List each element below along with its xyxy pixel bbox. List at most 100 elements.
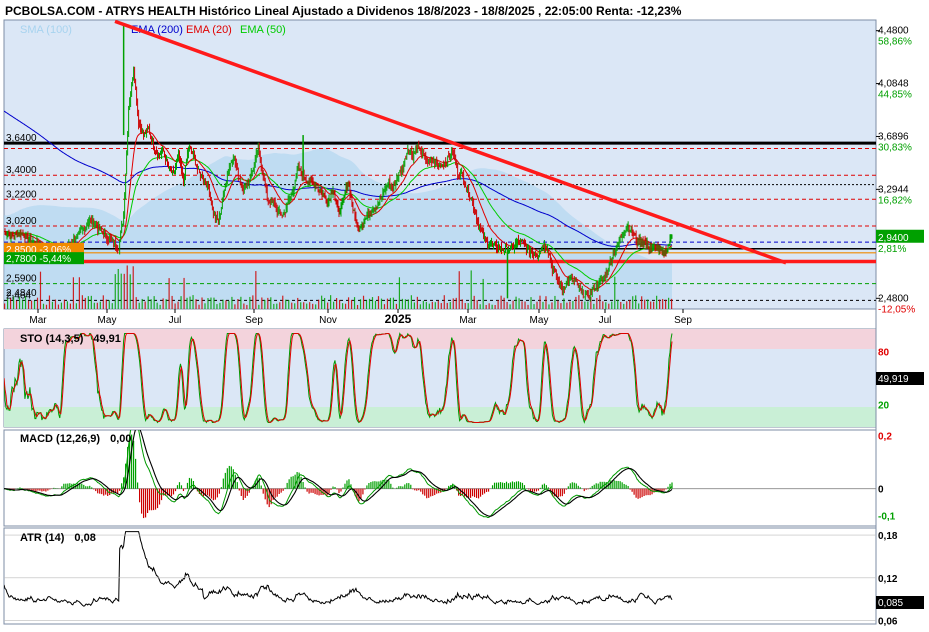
volume-bar (171, 295, 173, 309)
volume-bar (165, 299, 167, 309)
volume-bar (303, 302, 305, 309)
volume-bar (383, 304, 386, 309)
volume-bar (614, 276, 616, 309)
legend-ema20: EMA (20) (186, 24, 232, 36)
left-badge-label: 2,7800 -5,44% (6, 254, 71, 265)
volume-bar (485, 304, 487, 309)
volume-bar (30, 300, 33, 309)
volume-bar (4, 303, 6, 309)
atr-tick-label: 0,18 (878, 531, 898, 542)
volume-bar (228, 300, 230, 309)
volume-bar (135, 297, 137, 309)
volume-bar (96, 302, 98, 309)
volume-bar (488, 303, 490, 309)
volume-bar (368, 298, 371, 309)
right-tick-pct: 16,82% (878, 195, 912, 206)
volume-bar (99, 301, 101, 309)
price-badge-pct: 2,81% (878, 244, 906, 255)
volume-bar (198, 304, 200, 309)
volume-bar (147, 296, 149, 309)
right-tick-label: 3,6896 (878, 131, 909, 142)
volume-bar (75, 303, 77, 309)
volume-bar (557, 300, 559, 309)
volume-bar (285, 299, 287, 309)
volume-bar (177, 301, 179, 309)
sto-title: STO (14,3,5) 49,91 (20, 333, 121, 345)
volume-bar (168, 278, 170, 309)
volume-bar (467, 303, 469, 309)
volume-bar (647, 299, 649, 309)
volume-bar (306, 303, 308, 309)
volume-bar (270, 297, 272, 309)
x-tick-label: Jul (599, 315, 612, 326)
volume-bar (315, 304, 317, 309)
volume-bar (563, 298, 565, 309)
x-tick-label: Nov (319, 315, 337, 326)
legend-ema50: EMA (50) (240, 24, 286, 36)
volume-bar (392, 297, 395, 309)
volume-bar (365, 300, 368, 309)
volume-bar (219, 302, 221, 309)
volume-bar (276, 303, 278, 309)
volume-bar (246, 304, 248, 309)
volume-bar (374, 300, 377, 309)
volume-bar (629, 300, 631, 309)
volume-bar (398, 277, 401, 309)
volume-bar (503, 297, 505, 309)
volume-bar (249, 296, 251, 309)
volume-bar (542, 301, 544, 309)
volume-bar (120, 273, 122, 309)
atr-tick-label: 0,06 (878, 616, 898, 627)
volume-bar (183, 277, 185, 309)
price-badge-label: 2,9400 (878, 233, 909, 244)
volume-bar (422, 300, 424, 309)
volume-bar (497, 300, 499, 309)
volume-bar (153, 296, 155, 309)
left-level-label: 3,6400 (6, 133, 37, 144)
volume-bar (81, 295, 83, 309)
volume-bar (449, 302, 451, 309)
right-tick-label: 2,4800 (878, 293, 909, 304)
volume-bar (63, 299, 66, 309)
atr-tick-label: 0,12 (878, 574, 898, 585)
x-tick-label: Sep (245, 315, 263, 326)
right-tick-label: 4,4800 (878, 26, 909, 37)
volume-bar (195, 299, 197, 309)
volume-bar (216, 304, 218, 309)
volume-bar (386, 298, 389, 309)
volume-bar (587, 301, 589, 309)
volume-bar (123, 273, 125, 309)
x-tick-label: Jul (169, 315, 182, 326)
volume-bar (512, 300, 514, 309)
volume-bar (407, 299, 409, 309)
volume-bar (539, 295, 541, 309)
left-level-label: 2,5900 (6, 274, 37, 285)
macd-tick-label: 0 (878, 485, 884, 496)
x-tick-label: Mar (459, 315, 477, 326)
volume-bar (300, 302, 302, 309)
volume-bar (51, 301, 54, 309)
volume-bar (659, 299, 661, 309)
volume-bar (353, 297, 356, 309)
x-tick-label: 2025 (385, 312, 412, 326)
volume-bar (608, 303, 610, 309)
volume-bar (333, 301, 335, 309)
volume-bar (653, 301, 655, 309)
volume-bar (222, 299, 224, 309)
x-tick-label: Mar (29, 315, 47, 326)
volume-bar (527, 304, 529, 309)
right-tick-pct: -12,05% (878, 304, 915, 315)
volume-bar (138, 302, 140, 309)
volume-bar (54, 299, 57, 309)
volume-bar (144, 301, 146, 309)
volume-bar (665, 299, 667, 309)
volume-bar (255, 271, 257, 309)
volume-bar (626, 301, 628, 309)
volume-bar (273, 303, 275, 309)
volume-bar (620, 301, 622, 309)
macd-tick-label: 0,2 (878, 431, 892, 442)
volume-bar (380, 298, 383, 309)
volume-bar (560, 303, 562, 309)
volume-bar (231, 296, 233, 309)
volume-bar (156, 302, 158, 309)
